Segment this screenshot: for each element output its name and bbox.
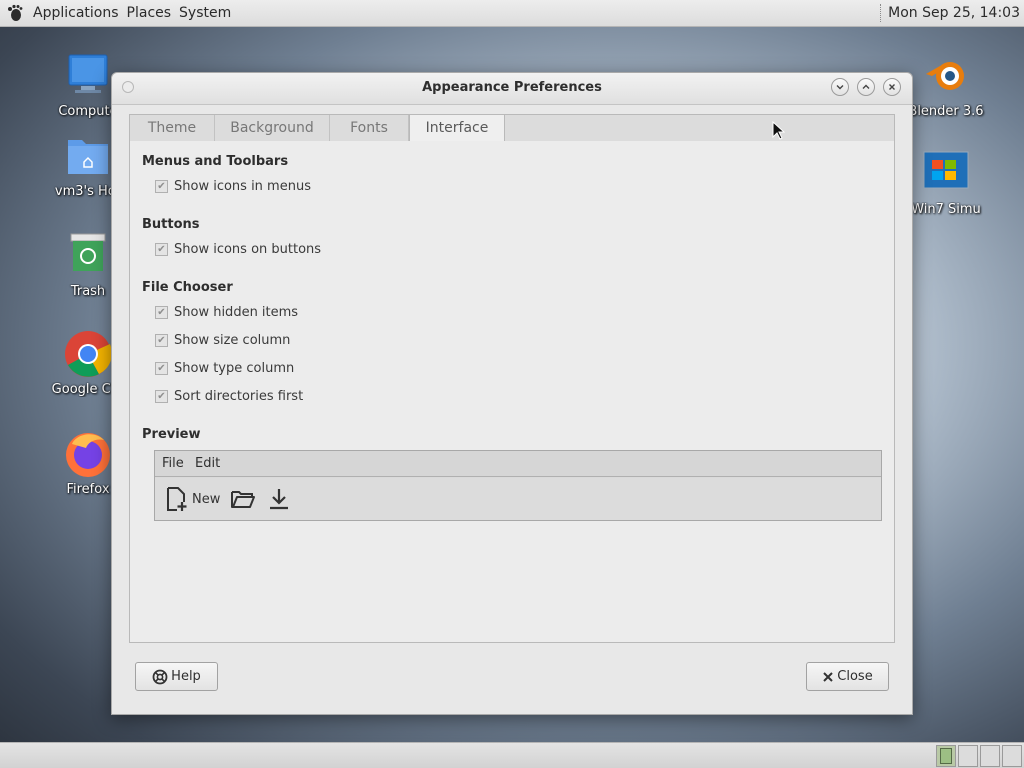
checkbox-show-type-column[interactable]: ✔ Show type column [155, 359, 294, 377]
appearance-preferences-window: Appearance Preferences Theme Background … [111, 72, 913, 715]
close-window-button[interactable] [883, 78, 901, 96]
checkmark-icon[interactable]: ✔ [155, 389, 168, 403]
blender-icon [922, 52, 970, 100]
computer-icon [64, 52, 112, 100]
preview-area: File Edit New [154, 450, 882, 521]
preview-menu-file[interactable]: File [162, 456, 184, 471]
help-button-label: Help [171, 669, 201, 684]
window-titlebar[interactable]: Appearance Preferences [112, 73, 912, 105]
panel-separator [880, 4, 882, 22]
checkbox-label: Show size column [174, 332, 291, 348]
chevron-up-icon [862, 84, 870, 89]
trash-icon [64, 232, 112, 280]
preview-new-label: New [192, 491, 221, 507]
workspace-2[interactable] [958, 745, 978, 767]
folder-open-icon [231, 491, 255, 508]
tab-fonts[interactable]: Fonts [330, 115, 409, 142]
close-icon [822, 671, 834, 683]
help-lifebuoy-icon [152, 669, 168, 685]
checkbox-label: Show type column [174, 360, 295, 376]
preview-toolbar: New [155, 478, 881, 520]
checkmark-icon[interactable]: ✔ [155, 305, 168, 319]
checkmark-icon[interactable]: ✔ [155, 242, 168, 256]
mouse-cursor-icon [772, 121, 786, 140]
chevron-down-icon [836, 85, 844, 90]
download-icon [270, 489, 288, 510]
workspace-3[interactable] [980, 745, 1000, 767]
section-title-buttons: Buttons [142, 217, 200, 232]
home-folder-icon [64, 132, 112, 180]
checkbox-show-hidden-items[interactable]: ✔ Show hidden items [155, 303, 298, 321]
places-menu[interactable]: Places [123, 5, 176, 21]
preview-open-button[interactable] [230, 486, 256, 512]
preview-save-button[interactable] [267, 486, 291, 512]
close-button[interactable]: Close [806, 662, 889, 691]
tab-interface[interactable]: Interface [409, 115, 505, 143]
checkmark-icon[interactable]: ✔ [155, 361, 168, 375]
workspace-4[interactable] [1002, 745, 1022, 767]
tab-background[interactable]: Background [215, 115, 330, 142]
checkbox-show-icons-on-buttons[interactable]: ✔ Show icons on buttons [155, 240, 321, 258]
checkmark-icon[interactable]: ✔ [155, 333, 168, 347]
section-title-menus: Menus and Toolbars [142, 154, 289, 169]
close-button-label: Close [837, 669, 873, 684]
win7-icon [922, 150, 970, 198]
checkbox-sort-directories-first[interactable]: ✔ Sort directories first [155, 387, 303, 405]
checkmark-icon[interactable]: ✔ [155, 179, 168, 193]
section-title-preview: Preview [142, 427, 201, 442]
help-button[interactable]: Help [135, 662, 218, 691]
checkbox-label: Sort directories first [174, 388, 304, 404]
section-title-file-chooser: File Chooser [142, 280, 233, 295]
applications-menu[interactable]: Applications [29, 5, 123, 21]
bottom-panel [0, 742, 1024, 768]
tab-theme[interactable]: Theme [130, 115, 215, 142]
firefox-icon [64, 430, 112, 478]
preview-menubar: File Edit [155, 451, 881, 477]
gnome-foot-icon[interactable] [6, 4, 24, 22]
close-icon [889, 84, 895, 90]
clock[interactable]: Mon Sep 25, 14:03 [888, 5, 1020, 21]
window-title: Appearance Preferences [422, 80, 602, 95]
checkbox-show-size-column[interactable]: ✔ Show size column [155, 331, 290, 349]
preview-new-button[interactable]: New [165, 486, 220, 512]
top-panel: Applications Places System Mon Sep 25, 1… [0, 0, 1024, 27]
interface-panel: Menus and Toolbars ✔ Show icons in menus… [129, 141, 895, 643]
minimize-button[interactable] [831, 78, 849, 96]
system-menu[interactable]: System [175, 5, 235, 21]
checkbox-label: Show hidden items [174, 304, 299, 320]
workspace-1[interactable] [936, 745, 956, 767]
new-document-icon [167, 487, 187, 511]
checkbox-label: Show icons in menus [174, 178, 311, 194]
maximize-button[interactable] [857, 78, 875, 96]
checkbox-show-icons-in-menus[interactable]: ✔ Show icons in menus [155, 177, 311, 195]
checkbox-label: Show icons on buttons [174, 241, 322, 257]
chrome-icon [64, 330, 112, 378]
preview-menu-edit[interactable]: Edit [195, 456, 220, 471]
